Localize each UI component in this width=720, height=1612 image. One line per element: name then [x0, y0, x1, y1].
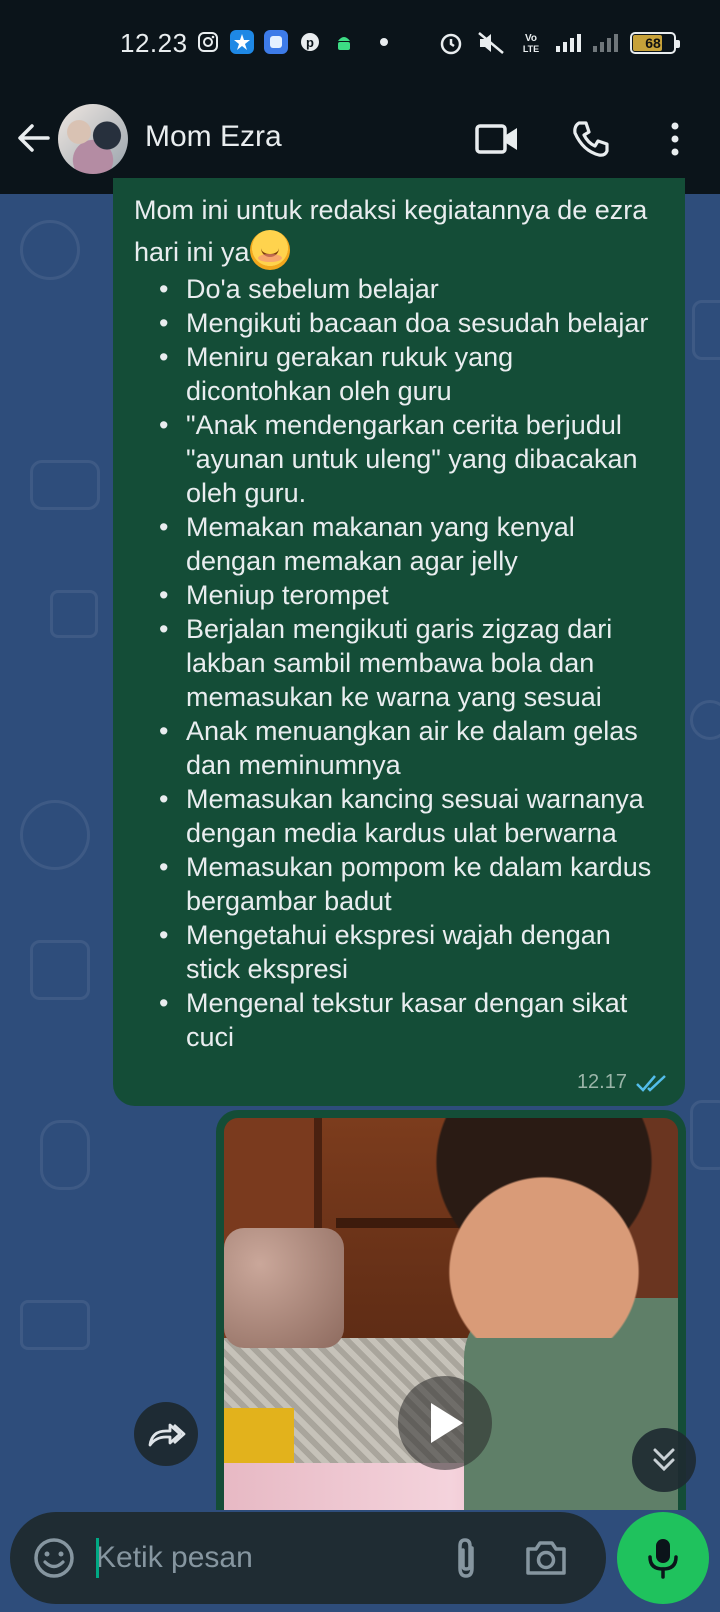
message-intro: Mom ini untuk redaksi kegiatannya de ezr… — [134, 190, 665, 272]
wallpaper-doodle — [692, 300, 720, 360]
scroll-to-bottom-button[interactable] — [632, 1428, 696, 1492]
status-time: 12.23 — [120, 28, 188, 58]
svg-text:LTE: LTE — [523, 44, 539, 54]
play-video-button[interactable] — [398, 1376, 492, 1470]
message-list-item: Memasukan kancing sesuai warnanya dengan… — [134, 782, 665, 850]
video-message-bubble[interactable] — [216, 1110, 686, 1510]
forward-button[interactable] — [134, 1402, 198, 1466]
message-input[interactable] — [96, 1532, 426, 1584]
wallpaper-doodle — [30, 940, 90, 1000]
voice-call-icon — [573, 121, 609, 157]
video-call-button[interactable] — [474, 116, 520, 162]
message-list-item: Mengetahui ekspresi wajah dengan stick e… — [134, 918, 665, 986]
signal-icon-2 — [593, 34, 618, 52]
wallpaper-doodle — [50, 590, 98, 638]
camera-button[interactable] — [522, 1534, 570, 1582]
message-list-item: Mengenal tekstur kasar dengan sikat cuci — [134, 986, 665, 1054]
more-notifications-dot — [380, 38, 388, 46]
message-list-item: "Anak mendengarkan cerita berjudul "ayun… — [134, 408, 665, 510]
pinterest-icon: p — [298, 30, 322, 54]
wallpaper-doodle — [20, 800, 90, 870]
contact-name[interactable]: Mom Ezra — [145, 120, 282, 154]
more-vert-icon — [671, 122, 679, 156]
system-icons: Vo LTE 68 — [438, 30, 680, 56]
message-list-item: Berjalan mengikuti garis zigzag dari lak… — [134, 612, 665, 714]
message-list: Do'a sebelum belajarMengikuti bacaan doa… — [134, 272, 665, 1054]
forward-icon — [148, 1423, 186, 1447]
message-list-item: Do'a sebelum belajar — [134, 272, 665, 306]
double-chevron-down-icon — [653, 1448, 675, 1472]
notification-icons: p — [196, 30, 388, 54]
instagram-icon — [196, 30, 220, 54]
play-icon — [431, 1403, 463, 1443]
wallpaper-doodle — [20, 220, 80, 280]
message-time: 12.17 — [576, 1071, 627, 1093]
message-list-item: Memasukan pompom ke dalam kardus bergamb… — [134, 850, 665, 918]
message-list-item: Mengikuti bacaan doa sesudah belajar — [134, 306, 665, 340]
message-list-item: Meniup terompet — [134, 578, 665, 612]
emoji-icon — [34, 1538, 74, 1578]
message-composer — [10, 1512, 606, 1604]
svg-text:Vo: Vo — [525, 33, 537, 44]
microphone-icon — [648, 1539, 678, 1579]
outgoing-message-bubble[interactable]: Mom ini untuk redaksi kegiatannya de ezr… — [113, 178, 685, 1106]
wallpaper-doodle — [690, 1100, 720, 1170]
volte-icon: VoLTE — [523, 33, 539, 54]
camera-icon — [526, 1541, 566, 1575]
wallpaper-doodle — [20, 1300, 90, 1350]
video-thumbnail[interactable] — [224, 1118, 678, 1510]
video-call-icon — [475, 124, 517, 154]
back-button[interactable] — [14, 118, 54, 158]
back-arrow-icon — [18, 124, 50, 152]
message-meta: 12.17 — [577, 1071, 669, 1094]
emoji-button[interactable] — [30, 1534, 78, 1582]
battery-icon: 68 — [630, 32, 680, 54]
more-options-button[interactable] — [652, 116, 698, 162]
message-list-item: Meniru gerakan rukuk yang dicontohkan ol… — [134, 340, 665, 408]
voice-call-button[interactable] — [568, 116, 614, 162]
voice-message-button[interactable] — [617, 1512, 709, 1604]
wallpaper-doodle — [30, 460, 100, 510]
text-caret — [96, 1538, 99, 1578]
double-check-read-icon — [636, 1074, 666, 1092]
wallpaper-doodle — [690, 700, 720, 740]
message-list-item: Memakan makanan yang kenyal dengan memak… — [134, 510, 665, 578]
wallpaper-doodle — [40, 1120, 90, 1190]
alarm-icon — [440, 33, 462, 55]
status-bar: 12.23 p Vo LTE 68 — [0, 0, 720, 92]
star-app-icon — [230, 30, 254, 54]
message-list-item: Anak menuangkan air ke dalam gelas dan m… — [134, 714, 665, 782]
paperclip-icon — [458, 1538, 474, 1578]
blue-app-icon — [264, 30, 288, 54]
android-icon — [332, 30, 356, 54]
attach-button[interactable] — [442, 1534, 490, 1582]
signal-icon — [556, 34, 581, 52]
battery-level: 68 — [645, 35, 661, 51]
smiling-face-emoji-icon — [249, 230, 290, 270]
avatar[interactable] — [58, 104, 128, 174]
mute-icon — [478, 32, 504, 54]
svg-text:p: p — [306, 35, 314, 50]
